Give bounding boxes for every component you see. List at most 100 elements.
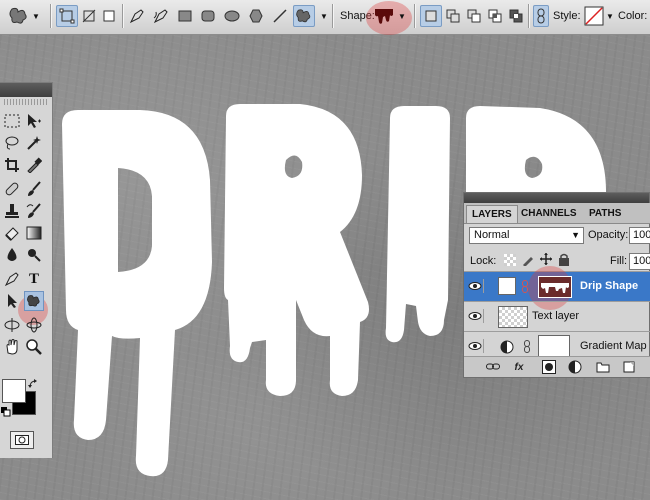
rectangle-tool-button[interactable] xyxy=(174,5,196,27)
fill-pixels-button[interactable] xyxy=(98,5,120,27)
custom-shape-tool-button[interactable] xyxy=(293,5,315,27)
zoom-tool[interactable] xyxy=(24,337,44,357)
default-colors-icon[interactable] xyxy=(1,407,11,417)
layers-panel-titlebar[interactable] xyxy=(464,193,649,203)
new-layer-icon[interactable] xyxy=(622,360,636,374)
tab-paths[interactable]: PATHS xyxy=(584,205,626,223)
3d-orbit-tool[interactable] xyxy=(24,315,44,335)
blend-mode-select[interactable]: Normal ▼ xyxy=(469,227,584,244)
add-to-shape-area-button[interactable] xyxy=(442,5,464,27)
fill-field[interactable]: 100 xyxy=(629,253,650,270)
color-label: Color: xyxy=(618,10,648,22)
magnifier-icon xyxy=(26,339,42,355)
history-brush-tool[interactable] xyxy=(24,201,44,221)
eyedropper-tool[interactable] xyxy=(24,155,44,175)
chevron-down-icon[interactable]: ▼ xyxy=(320,12,328,21)
separator xyxy=(528,4,529,28)
custom-shape-icon xyxy=(296,9,311,23)
layer-fill-thumbnail[interactable] xyxy=(498,277,516,295)
new-group-icon[interactable] xyxy=(596,360,610,374)
lock-position-icon[interactable] xyxy=(540,253,552,265)
add-layer-mask-icon[interactable] xyxy=(542,360,556,374)
subtract-from-shape-area-button[interactable] xyxy=(463,5,485,27)
tools-panel-titlebar[interactable] xyxy=(0,83,52,97)
layer-row-drip-shape[interactable]: Drip Shape xyxy=(464,266,650,310)
tool-preset-picker[interactable]: ▼ xyxy=(4,5,44,27)
link-style-button[interactable] xyxy=(533,5,549,27)
brush-tool[interactable] xyxy=(24,179,44,199)
new-adjustment-layer-icon[interactable] xyxy=(568,360,582,374)
add-layer-style-button[interactable]: fx xyxy=(512,360,526,374)
marquee-tool[interactable] xyxy=(2,111,22,131)
paths-button[interactable] xyxy=(78,5,100,27)
lock-all-icon[interactable] xyxy=(558,253,570,266)
orbit-3d-icon xyxy=(26,317,42,333)
foreground-color-swatch-front[interactable] xyxy=(2,379,26,403)
dodge-tool[interactable] xyxy=(24,245,44,265)
ellipse-tool-button[interactable] xyxy=(221,5,243,27)
line-icon xyxy=(273,9,287,23)
polygon-tool-button[interactable] xyxy=(245,5,267,27)
clone-stamp-tool[interactable] xyxy=(2,201,22,221)
vector-mask-thumbnail[interactable] xyxy=(538,276,572,298)
tab-channels[interactable]: CHANNELS xyxy=(516,205,582,223)
rounded-rectangle-tool-button[interactable] xyxy=(197,5,219,27)
quick-mask-button[interactable] xyxy=(10,431,34,449)
type-tool[interactable]: T xyxy=(24,269,44,289)
link-layers-icon[interactable] xyxy=(486,360,500,374)
3d-rotate-tool[interactable] xyxy=(2,315,22,335)
eraser-icon xyxy=(5,227,19,241)
drip-mask-icon xyxy=(541,283,569,293)
move-tool[interactable] xyxy=(24,111,44,131)
line-tool-button[interactable] xyxy=(269,5,291,27)
stamp-icon xyxy=(5,204,19,218)
crop-icon xyxy=(5,158,19,172)
create-new-shape-layer-button[interactable] xyxy=(420,5,442,27)
swap-colors-icon[interactable] xyxy=(28,379,38,389)
rectangle-icon xyxy=(178,10,192,22)
pen-tool[interactable] xyxy=(2,269,22,289)
style-label: Style: xyxy=(553,10,581,22)
visibility-eye-icon[interactable] xyxy=(467,339,484,353)
spot-healing-tool[interactable] xyxy=(2,179,22,199)
pen-icon xyxy=(129,9,144,24)
layer-name: Gradient Map xyxy=(580,340,647,352)
layer-thumbnail[interactable] xyxy=(498,306,528,328)
shape-layers-button[interactable] xyxy=(56,5,78,27)
magic-wand-tool[interactable] xyxy=(24,133,44,153)
visibility-eye-icon[interactable] xyxy=(467,279,484,293)
chevron-down-icon[interactable]: ▼ xyxy=(606,12,614,21)
shape-picker[interactable]: ▼ xyxy=(373,5,407,27)
tab-layers[interactable]: LAYERS xyxy=(466,205,518,223)
gradient-icon xyxy=(26,226,42,240)
opacity-field[interactable]: 100 xyxy=(629,227,650,244)
crop-tool[interactable] xyxy=(2,155,22,175)
paths-icon xyxy=(82,9,96,23)
freeform-pen-button[interactable] xyxy=(150,5,172,27)
blur-tool[interactable] xyxy=(2,245,22,265)
lock-image-pixels-icon[interactable] xyxy=(522,254,534,266)
custom-shape-tool[interactable] xyxy=(24,291,44,311)
gradient-tool[interactable] xyxy=(24,223,44,243)
pen-icon xyxy=(4,272,19,287)
hand-tool[interactable] xyxy=(2,337,22,357)
visibility-eye-icon[interactable] xyxy=(467,309,484,323)
magic-wand-icon xyxy=(27,136,41,150)
intersect-shape-icon xyxy=(488,9,502,23)
tools-panel-grip[interactable] xyxy=(4,99,48,105)
lock-transparent-pixels-button[interactable] xyxy=(504,254,516,266)
style-swatch[interactable] xyxy=(583,5,605,27)
exclude-overlapping-areas-button[interactable] xyxy=(505,5,527,27)
custom-shape-tool-icon xyxy=(9,7,27,24)
layer-row-text-layer[interactable]: Text layer xyxy=(464,301,650,331)
chevron-down-icon: ▼ xyxy=(571,230,580,240)
type-icon: T xyxy=(28,270,39,287)
layer-name: Drip Shape xyxy=(580,280,639,292)
intersect-shape-areas-button[interactable] xyxy=(484,5,506,27)
lasso-tool[interactable] xyxy=(2,133,22,153)
eraser-tool[interactable] xyxy=(2,223,22,243)
layers-panel-tabs: LAYERS CHANNELS PATHS xyxy=(464,203,650,224)
pen-tool-button[interactable] xyxy=(126,5,148,27)
mask-link-icon[interactable] xyxy=(524,340,530,353)
drip-letter-i xyxy=(385,106,450,343)
